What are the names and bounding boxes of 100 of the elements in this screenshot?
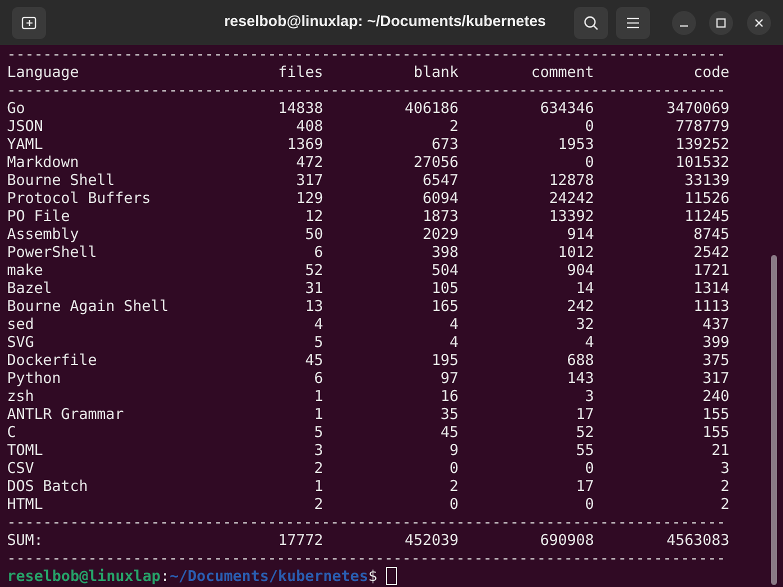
table-cell: 8745 [693, 225, 730, 243]
table-cell: 165 [432, 297, 459, 315]
table-cell: HTML [7, 495, 43, 513]
table-cell: ANTLR Grammar [7, 405, 124, 423]
table-cell: 55 [576, 441, 594, 459]
table-cell: 13392 [549, 207, 594, 225]
table-cell: 914 [567, 225, 594, 243]
table-cell: 2 [720, 495, 730, 513]
table-cell: JSON [7, 117, 43, 135]
table-cell: 0 [584, 495, 594, 513]
table-cell: Bourne Again Shell [7, 297, 169, 315]
table-cell: 105 [432, 279, 459, 297]
table-cell: 317 [702, 369, 730, 387]
table-cell: 6094 [422, 189, 459, 207]
table-cell: CSV [7, 459, 34, 477]
table-cell: 4 [450, 333, 459, 351]
close-icon [754, 18, 764, 28]
prompt-colon: : [160, 567, 170, 585]
table-cell: 16 [440, 387, 459, 405]
window-title: reselbob@linuxlap: ~/Documents/kubernetes [224, 12, 546, 32]
table-cell: 2 [314, 459, 324, 477]
table-cell: 375 [702, 351, 730, 369]
table-cell: 24242 [549, 189, 594, 207]
table-cell: 97 [440, 369, 459, 387]
new-tab-button[interactable] [12, 6, 46, 38]
prompt-symbol: $ [368, 567, 378, 585]
table-cell: PowerShell [7, 243, 97, 261]
table-cell: zsh [7, 387, 34, 405]
table-cell: 13 [305, 297, 324, 315]
table-cell: 1873 [422, 207, 459, 225]
separator-line: -------------------------------------------------------------------------------- [7, 45, 726, 63]
table-cell: 2542 [693, 243, 730, 261]
table-cell: Bourne Shell [7, 171, 115, 189]
table-cell: 3470069 [666, 99, 730, 117]
table-cell: 1 [314, 405, 324, 423]
prompt-user-host: reselbob@linuxlap [7, 567, 161, 585]
table-cell: 14 [576, 279, 594, 297]
table-cell: YAML [7, 135, 43, 153]
close-button[interactable] [747, 10, 771, 34]
table-cell: 1113 [693, 297, 730, 315]
maximize-button[interactable] [709, 10, 733, 34]
table-cell: 5 [314, 333, 324, 351]
table-cell: TOML [7, 441, 43, 459]
table-cell: 17772 [278, 531, 324, 549]
table-cell: 398 [432, 243, 459, 261]
table-cell: 129 [296, 189, 324, 207]
table-cell: code [693, 63, 730, 81]
table-cell: 2 [450, 477, 459, 495]
table-cell: 778779 [676, 117, 730, 135]
table-cell: make [7, 261, 43, 279]
table-cell: 406186 [404, 99, 459, 117]
table-cell: 242 [567, 297, 594, 315]
table-cell: 50 [305, 225, 324, 243]
table-cell: 101532 [676, 153, 730, 171]
table-cell: 0 [450, 459, 459, 477]
table-cell: 904 [567, 261, 594, 279]
table-cell: 3 [720, 459, 730, 477]
search-button[interactable] [574, 6, 608, 38]
table-cell: 1953 [558, 135, 594, 153]
table-cell: 17 [576, 405, 594, 423]
table-cell: 143 [567, 369, 594, 387]
maximize-icon [716, 18, 726, 28]
search-icon [583, 14, 599, 30]
table-cell: 452039 [404, 531, 459, 549]
table-cell: Markdown [7, 153, 79, 171]
table-cell: 2 [450, 117, 459, 135]
table-cell: 12878 [549, 171, 594, 189]
table-cell: 4 [584, 333, 594, 351]
table-cell: 1 [314, 387, 324, 405]
table-cell: DOS Batch [7, 477, 88, 495]
new-tab-icon [21, 14, 37, 30]
table-cell: SVG [7, 333, 34, 351]
scrollbar[interactable] [771, 255, 777, 585]
table-cell: 1721 [693, 261, 730, 279]
table-cell: files [278, 63, 324, 81]
table-cell: 2 [314, 495, 324, 513]
table-cell: 1314 [693, 279, 730, 297]
minimize-button[interactable] [672, 10, 696, 34]
table-cell: 240 [702, 387, 730, 405]
table-cell: 45 [305, 351, 324, 369]
menu-icon [626, 16, 640, 28]
table-cell: 1369 [287, 135, 324, 153]
table-cell: 21 [711, 441, 730, 459]
table-cell: 0 [584, 459, 594, 477]
table-cell: 32 [576, 315, 594, 333]
table-cell: 195 [432, 351, 459, 369]
table-cell: SUM: [7, 531, 43, 549]
table-cell: 52 [576, 423, 594, 441]
table-cell: 12 [305, 207, 324, 225]
menu-button[interactable] [616, 6, 650, 38]
table-cell: 408 [296, 117, 324, 135]
table-cell: 3 [584, 387, 594, 405]
table-cell: 45 [440, 423, 459, 441]
table-cell: blank [414, 63, 459, 81]
table-cell: 2 [720, 477, 730, 495]
prompt-path: ~/Documents/kubernetes [170, 567, 368, 585]
table-cell: Dockerfile [7, 351, 97, 369]
table-cell: 5 [314, 423, 324, 441]
separator-line: -------------------------------------------------------------------------------- [7, 81, 726, 99]
table-cell: 6547 [422, 171, 459, 189]
